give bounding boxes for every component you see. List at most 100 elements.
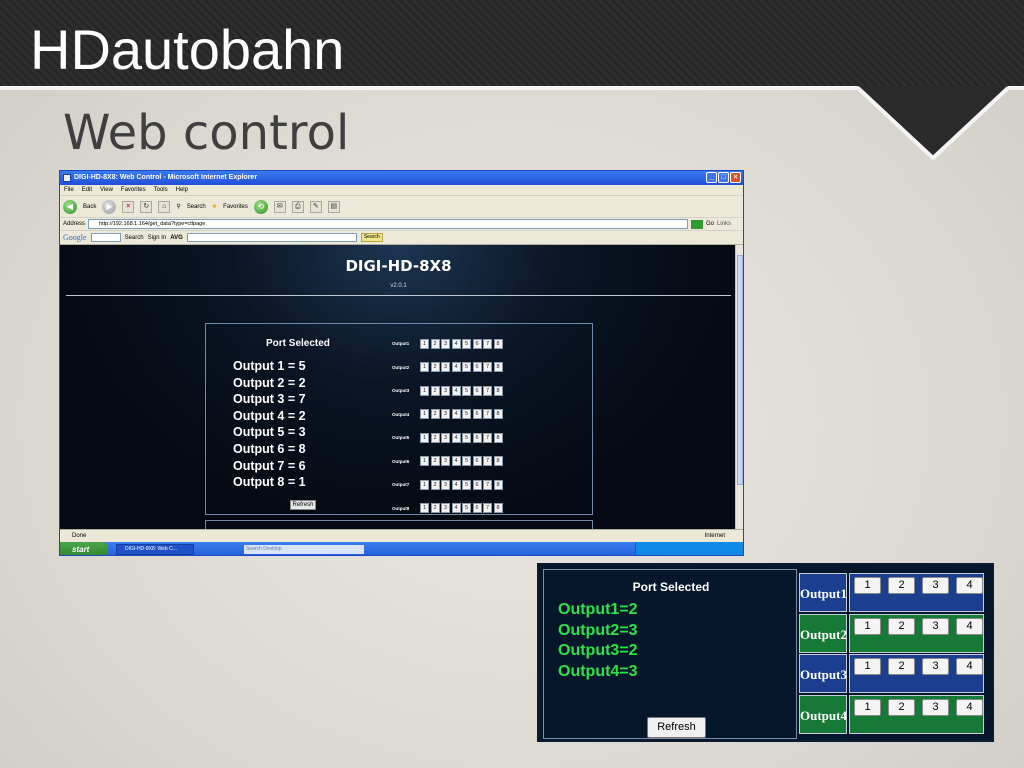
- scrollbar-thumb[interactable]: [737, 255, 743, 485]
- input-select-button[interactable]: 5: [462, 479, 471, 490]
- go-button-label[interactable]: Go: [706, 221, 714, 227]
- input-select-button[interactable]: 1: [854, 658, 881, 675]
- input-select-button[interactable]: 6: [472, 479, 482, 490]
- input-select-button[interactable]: 3: [441, 338, 450, 349]
- input-select-button[interactable]: 3: [441, 409, 450, 420]
- input-select-button[interactable]: 7: [483, 409, 492, 420]
- input-select-button[interactable]: 7: [483, 479, 492, 490]
- input-select-button[interactable]: 4: [956, 698, 983, 716]
- forward-arrow-icon[interactable]: ▶: [102, 199, 117, 214]
- history-icon[interactable]: ⟲: [253, 199, 268, 214]
- input-select-button[interactable]: 7: [483, 432, 492, 443]
- menu-favorites[interactable]: Favorites: [121, 185, 146, 195]
- input-select-button[interactable]: 5: [462, 385, 471, 396]
- input-select-button[interactable]: 6: [472, 338, 482, 349]
- input-select-button[interactable]: 4: [451, 432, 461, 443]
- input-select-button[interactable]: 2: [888, 658, 915, 675]
- input-select-button[interactable]: 3: [441, 385, 450, 396]
- input-select-button[interactable]: 6: [472, 409, 482, 420]
- input-select-button[interactable]: 3: [441, 503, 450, 514]
- google-search-input[interactable]: [90, 233, 121, 242]
- input-select-button[interactable]: 7: [483, 385, 492, 396]
- input-select-button[interactable]: 8: [493, 456, 503, 467]
- input-select-button[interactable]: 2: [430, 409, 440, 420]
- input-select-button[interactable]: 5: [462, 409, 471, 420]
- print-icon[interactable]: ⎙: [291, 200, 304, 213]
- avg-search-input[interactable]: [186, 233, 357, 242]
- input-select-button[interactable]: 4: [451, 456, 461, 467]
- menu-view[interactable]: View: [100, 185, 113, 195]
- start-button[interactable]: start: [60, 542, 108, 555]
- edit-icon[interactable]: ✎: [309, 200, 322, 213]
- stop-icon[interactable]: ×: [122, 200, 135, 213]
- input-select-button[interactable]: 8: [493, 338, 503, 349]
- input-select-button[interactable]: 1: [420, 409, 429, 420]
- input-select-button[interactable]: 8: [493, 432, 503, 443]
- minimize-icon[interactable]: _: [706, 172, 717, 183]
- input-select-button[interactable]: 5: [462, 456, 471, 467]
- desktop-search-input[interactable]: Search Desktop: [244, 545, 364, 554]
- input-select-button[interactable]: 2: [888, 617, 915, 635]
- input-select-button[interactable]: 7: [483, 503, 492, 514]
- input-select-button[interactable]: 4: [956, 577, 983, 594]
- input-select-button[interactable]: 3: [441, 479, 450, 490]
- input-select-button[interactable]: 8: [493, 409, 503, 420]
- input-select-button[interactable]: 1: [854, 617, 881, 635]
- input-select-button[interactable]: 5: [462, 338, 471, 349]
- input-select-button[interactable]: 2: [430, 503, 440, 514]
- input-select-button[interactable]: 5: [462, 503, 471, 514]
- input-select-button[interactable]: 4: [451, 362, 461, 373]
- input-select-button[interactable]: 5: [462, 432, 471, 443]
- input-select-button[interactable]: 8: [493, 503, 503, 514]
- back-arrow-icon[interactable]: ◀: [63, 199, 77, 214]
- input-select-button[interactable]: 4: [451, 385, 461, 396]
- refresh-button[interactable]: Refresh: [647, 717, 706, 738]
- input-select-button[interactable]: 2: [430, 385, 440, 396]
- google-sign-in[interactable]: Sign In: [148, 235, 167, 241]
- refresh-button[interactable]: Refresh: [290, 500, 316, 510]
- input-select-button[interactable]: 6: [472, 456, 482, 467]
- avg-label[interactable]: AVG: [170, 235, 183, 241]
- links-label[interactable]: Links: [717, 221, 731, 227]
- menu-tools[interactable]: Tools: [154, 185, 168, 195]
- input-select-button[interactable]: 4: [956, 658, 983, 675]
- vertical-scrollbar[interactable]: [735, 245, 743, 529]
- input-select-button[interactable]: 3: [441, 362, 450, 373]
- input-select-button[interactable]: 2: [430, 432, 440, 443]
- input-select-button[interactable]: 2: [430, 456, 440, 467]
- input-select-button[interactable]: 1: [420, 479, 429, 490]
- close-icon[interactable]: ×: [730, 172, 741, 183]
- input-select-button[interactable]: 5: [462, 362, 471, 373]
- refresh-icon[interactable]: ↻: [140, 200, 153, 213]
- input-select-button[interactable]: 3: [922, 577, 949, 594]
- input-select-button[interactable]: 3: [922, 617, 949, 635]
- input-select-button[interactable]: 4: [451, 479, 461, 490]
- input-select-button[interactable]: 4: [956, 617, 983, 635]
- input-select-button[interactable]: 4: [451, 409, 461, 420]
- input-select-button[interactable]: 8: [493, 385, 503, 396]
- input-select-button[interactable]: 2: [430, 479, 440, 490]
- folder-icon[interactable]: ▤: [327, 200, 340, 213]
- input-select-button[interactable]: 2: [888, 577, 915, 594]
- favorites-button-label[interactable]: Favorites: [223, 204, 248, 210]
- input-select-button[interactable]: 1: [854, 577, 881, 594]
- search-icon[interactable]: ⚲: [176, 203, 180, 210]
- input-select-button[interactable]: 4: [451, 338, 461, 349]
- google-search-label[interactable]: Search: [125, 235, 144, 241]
- input-select-button[interactable]: 2: [430, 362, 440, 373]
- search-button-label[interactable]: Search: [187, 204, 206, 210]
- input-select-button[interactable]: 1: [420, 503, 429, 514]
- taskbar-item-browser[interactable]: DIGI-HD-8X8: Web C...: [116, 544, 194, 555]
- menu-edit[interactable]: Edit: [82, 185, 92, 195]
- input-select-button[interactable]: 1: [420, 362, 429, 373]
- input-select-button[interactable]: 7: [483, 338, 492, 349]
- go-arrow-icon[interactable]: [691, 219, 704, 229]
- input-select-button[interactable]: 4: [451, 503, 461, 514]
- input-select-button[interactable]: 6: [472, 432, 482, 443]
- input-select-button[interactable]: 6: [472, 385, 482, 396]
- input-select-button[interactable]: 6: [472, 503, 482, 514]
- input-select-button[interactable]: 6: [472, 362, 482, 373]
- input-select-button[interactable]: 1: [420, 338, 429, 349]
- maximize-icon[interactable]: □: [718, 172, 729, 183]
- input-select-button[interactable]: 1: [420, 432, 429, 443]
